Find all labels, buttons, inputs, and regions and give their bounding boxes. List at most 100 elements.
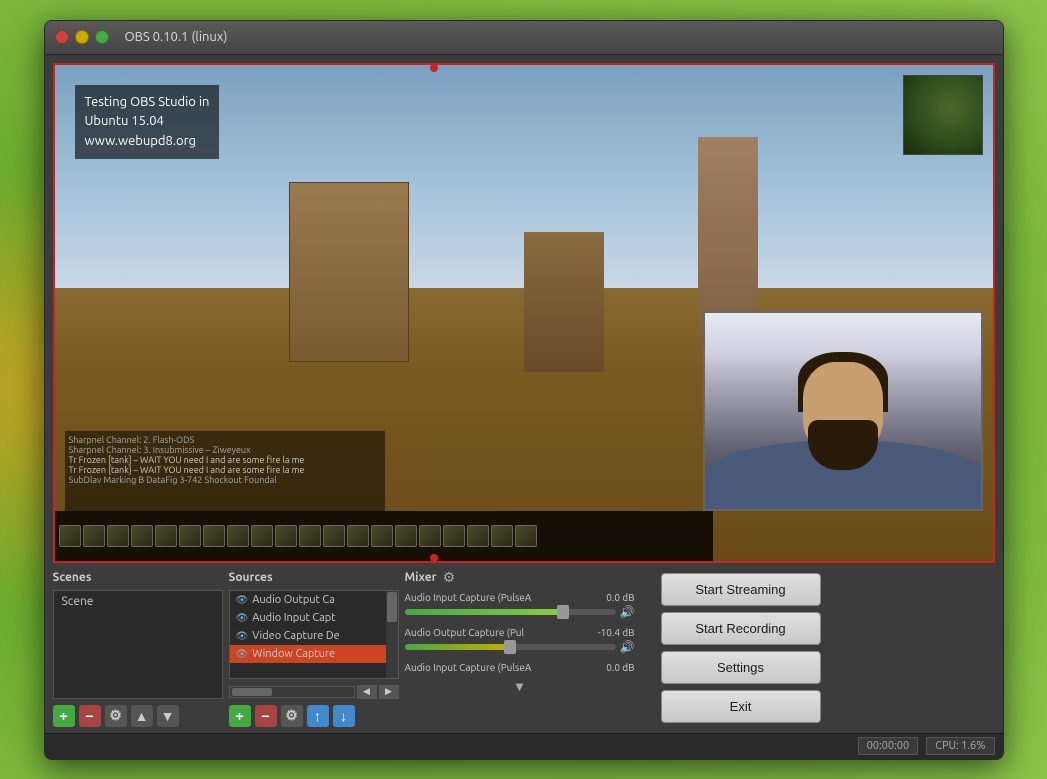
mixer-fader-row-2: 🔊 [405, 640, 635, 654]
sources-add-button[interactable]: + [229, 705, 251, 727]
ab-icon-1 [59, 525, 81, 547]
eye-icon-1: 👁 [236, 594, 249, 606]
source-name-3: Video Capture De [252, 630, 340, 642]
hscroll-left[interactable]: ◀ [357, 685, 377, 699]
mixer-db-1: 0.0 dB [606, 592, 634, 603]
source-item-2[interactable]: 👁 Audio Input Capt [230, 609, 398, 627]
start-recording-button[interactable]: Start Recording [661, 612, 821, 645]
sources-hscroll[interactable] [229, 686, 355, 698]
sources-hscroll-row: ◀ ▶ [229, 685, 399, 699]
titlebar: OBS 0.10.1 (linux) [45, 21, 1003, 55]
sources-toolbar: + − ⚙ ↑ ↓ [229, 705, 399, 727]
ab-icon-14 [371, 525, 393, 547]
ab-icon-13 [347, 525, 369, 547]
sources-up-button[interactable]: ↑ [307, 705, 329, 727]
right-buttons-panel: Start Streaming Start Recording Settings… [641, 569, 995, 727]
scenes-toolbar: + − ⚙ ▲ ▼ [53, 705, 223, 727]
chat-line-3: Tr Frozen [tank] – WAIT YOU need I and a… [69, 455, 381, 465]
window-controls [55, 30, 109, 44]
sources-panel: Sources 👁 Audio Output Ca 👁 Audio Input … [229, 569, 399, 727]
ab-icon-10 [275, 525, 297, 547]
ab-icon-20 [515, 525, 537, 547]
mixer-fader-2[interactable] [405, 644, 616, 650]
overlay-line1: Testing OBS Studio in [85, 93, 210, 113]
source-name-4: Window Capture [252, 648, 335, 660]
sources-label: Sources [229, 569, 399, 586]
game-structure-2 [524, 232, 604, 372]
ab-icon-9 [251, 525, 273, 547]
scenes-label: Scenes [53, 569, 223, 586]
chat-line-2: Sharpnel Channel: 3. Insubmissive – Ziwe… [69, 445, 381, 455]
ab-icon-11 [299, 525, 321, 547]
mixer-settings-icon[interactable]: ⚙ [443, 569, 456, 586]
scenes-remove-button[interactable]: − [79, 705, 101, 727]
hscroll-thumb [232, 688, 272, 696]
ab-icon-17 [443, 525, 465, 547]
scrollbar-thumb [387, 592, 397, 622]
source-item-1[interactable]: 👁 Audio Output Ca [230, 591, 398, 609]
overlay-line3: www.webupd8.org [85, 132, 210, 152]
mixer-channel-1: Audio Input Capture (PulseA 0.0 dB 🔊 [405, 590, 635, 621]
webcam-overlay [703, 311, 983, 511]
action-bar [55, 511, 713, 561]
sources-list: 👁 Audio Output Ca 👁 Audio Input Capt 👁 V… [229, 590, 399, 679]
mixer-scroll-indicator: ▼ [405, 681, 635, 693]
ab-icon-19 [491, 525, 513, 547]
bottom-panel: Scenes Scene + − ⚙ ▲ ▼ Sources 👁 Audio O… [45, 563, 1003, 733]
game-structure-1 [289, 182, 409, 362]
scene-item-1[interactable]: Scene [54, 591, 222, 612]
mixer-channel-3-header: Audio Input Capture (PulseA 0.0 dB [405, 662, 635, 673]
eye-icon-4: 👁 [236, 648, 249, 660]
scenes-up-button[interactable]: ▲ [131, 705, 153, 727]
mixer-channel-3: Audio Input Capture (PulseA 0.0 dB [405, 660, 635, 675]
game-tower [698, 137, 758, 337]
minimap-inner [904, 76, 982, 154]
window-title: OBS 0.10.1 (linux) [125, 30, 228, 44]
fader-fill-2 [405, 644, 511, 650]
close-button[interactable] [55, 30, 69, 44]
sources-remove-button[interactable]: − [255, 705, 277, 727]
status-cpu: CPU: 1.6% [926, 737, 994, 755]
mixer-db-2: -10.4 dB [598, 627, 635, 638]
scenes-down-button[interactable]: ▼ [157, 705, 179, 727]
ab-icon-18 [467, 525, 489, 547]
mixer-fader-row-1: 🔊 [405, 605, 635, 619]
hscroll-right[interactable]: ▶ [379, 685, 399, 699]
game-chat: Sharpnel Channel: 2. Flash-ODS Sharpnel … [65, 431, 385, 511]
fader-handle-2 [504, 640, 516, 654]
source-item-4[interactable]: 👁 Window Capture [230, 645, 398, 663]
source-item-3[interactable]: 👁 Video Capture De [230, 627, 398, 645]
settings-button[interactable]: Settings [661, 651, 821, 684]
source-name-1: Audio Output Ca [252, 594, 335, 606]
minimize-button[interactable] [75, 30, 89, 44]
mixer-header: Mixer ⚙ [405, 569, 635, 586]
overlay-text: Testing OBS Studio in Ubuntu 15.04 www.w… [75, 85, 220, 160]
mixer-panel: Mixer ⚙ Audio Input Capture (PulseA 0.0 … [405, 569, 635, 727]
eye-icon-3: 👁 [236, 630, 249, 642]
maximize-button[interactable] [95, 30, 109, 44]
status-time: 00:00:00 [858, 737, 919, 755]
mixer-label-3: Audio Input Capture (PulseA [405, 662, 532, 673]
mixer-scroll-down-icon[interactable]: ▼ [516, 681, 524, 693]
start-streaming-button[interactable]: Start Streaming [661, 573, 821, 606]
sources-config-button[interactable]: ⚙ [281, 705, 303, 727]
mixer-vol-icon-1[interactable]: 🔊 [620, 605, 635, 619]
mixer-channel-2-header: Audio Output Capture (Pul -10.4 dB [405, 627, 635, 638]
mixer-vol-icon-2[interactable]: 🔊 [620, 640, 635, 654]
main-window: OBS 0.10.1 (linux) Testing OBS Studio in… [44, 20, 1004, 760]
game-preview: Testing OBS Studio in Ubuntu 15.04 www.w… [55, 65, 993, 561]
eye-icon-2: 👁 [236, 612, 249, 624]
scenes-add-button[interactable]: + [53, 705, 75, 727]
ab-icon-7 [203, 525, 225, 547]
ab-icon-16 [419, 525, 441, 547]
mixer-fader-1[interactable] [405, 609, 616, 615]
mixer-db-3: 0.0 dB [606, 662, 634, 673]
ab-icon-15 [395, 525, 417, 547]
preview-area: Testing OBS Studio in Ubuntu 15.04 www.w… [53, 63, 995, 563]
sources-scrollbar[interactable] [386, 591, 398, 678]
ab-icon-8 [227, 525, 249, 547]
sources-down-button[interactable]: ↓ [333, 705, 355, 727]
scenes-config-button[interactable]: ⚙ [105, 705, 127, 727]
exit-button[interactable]: Exit [661, 690, 821, 723]
ab-icon-12 [323, 525, 345, 547]
